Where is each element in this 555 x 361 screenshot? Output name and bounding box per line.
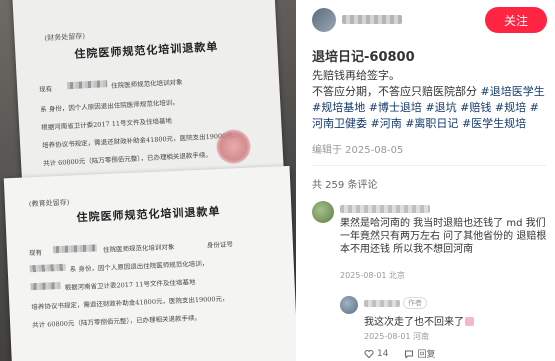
post-date: 编辑于 2025-08-05: [312, 145, 404, 156]
author-badge: 作者: [403, 297, 427, 309]
divider: [312, 165, 546, 166]
doc-bottom-line-c: 共计 60800元（陆万零捌佰元整），已办理相关退款手续。: [32, 313, 202, 330]
doc-bottom-line-d: 现有: [28, 248, 43, 258]
hashtag[interactable]: #退培医学生: [481, 85, 545, 98]
author-avatar[interactable]: [312, 8, 336, 32]
hashtag[interactable]: #河南: [371, 117, 402, 130]
commenter-avatar[interactable]: [312, 201, 334, 223]
commenter-name-blurred[interactable]: [340, 205, 430, 213]
post-body-line-2: 不答应分期，不答应只赔医院部分: [312, 85, 477, 98]
heart-icon: [364, 349, 374, 358]
reply-label: 回复: [417, 350, 436, 360]
author-name-blurred[interactable]: [342, 15, 402, 24]
doc-bottom-line-b: 培养协议书规定，需退还财政补助金41800元，医院支出19000元，: [31, 294, 229, 312]
hashtag[interactable]: #规培基地: [312, 101, 365, 114]
doc-top-tag: (财务处留存): [44, 32, 86, 43]
follow-button[interactable]: 关注: [485, 7, 547, 33]
mosaic: [52, 244, 98, 254]
like-count: 14: [377, 348, 389, 359]
like-button[interactable]: 14: [364, 349, 388, 359]
doc-top-line-e: 住院医师规范化培训对象: [110, 78, 183, 90]
hashtag[interactable]: #博士退培: [369, 101, 422, 114]
doc-bottom-line-g: 系 身份，因个人原因退出住院医师规范化培训，: [69, 259, 209, 274]
comment-text[interactable]: 果然是哈河南的 我当时退赔也还钱了 md 我们一年竟然只有两万左右 问了其他省份…: [340, 217, 548, 256]
post-photo[interactable]: (财务处留存) 住院医师规范化培训退款单 现有 住院医师规范化培训对象 系 身份…: [0, 0, 296, 361]
red-stamp: [215, 128, 252, 165]
doc-top-line-g: 系 身份，因个人原因退出住院医师规范化培训，: [40, 98, 179, 114]
reply-author-avatar[interactable]: [340, 296, 358, 314]
mosaic: [30, 281, 61, 291]
mosaic: [29, 263, 66, 273]
comment-count: 共 259 条评论: [312, 180, 378, 191]
doc-top-line-a: 根据河南省卫计委2017 11号文件及住培基地: [41, 116, 173, 132]
reply-text: 我这次走了也不回来了: [364, 317, 464, 328]
hashtag[interactable]: #退坑: [425, 101, 456, 114]
doc-bottom-tag: (教育处留存): [28, 198, 70, 209]
doc-top-line-c: 共计 60800元（陆万零捌佰元整），已办理相关退款手续。: [42, 150, 213, 168]
post-body: 先赔钱再给签字。 不答应分期，不答应只赔医院部分 #退培医学生 #规培基地 #博…: [312, 68, 546, 132]
hashtag[interactable]: #规培: [495, 101, 526, 114]
reply-meta: 2025-08-01 河南: [364, 332, 430, 341]
emoji-icon: [465, 317, 474, 326]
post-detail-panel: 关注 退培日记-60800 先赔钱再给签字。 不答应分期，不答应只赔医院部分 #…: [296, 0, 555, 361]
hashtag[interactable]: #离职日记: [405, 117, 458, 130]
doc-top-line-b: 培养协议书规定，需退还财政补助金41800元，医院支出19000元，: [41, 131, 240, 150]
author-bar: 关注: [296, 0, 555, 38]
post-body-text: 不答应分期，不答应只赔医院部分 #退培医学生 #规培基地 #博士退培 #退坑 #…: [312, 84, 546, 132]
comment-icon: [405, 350, 414, 359]
reply-actions: 14 回复: [364, 347, 435, 360]
reply-button[interactable]: 回复: [404, 347, 435, 360]
doc-top-line-d: 现有: [39, 85, 53, 94]
post-title: 退培日记-60800: [312, 50, 415, 65]
doc-bottom-line-f: 身份证号: [206, 240, 234, 250]
reply-author-name-blurred[interactable]: [364, 300, 400, 307]
hashtag[interactable]: #医学生规培: [462, 117, 526, 130]
hashtag[interactable]: #赔钱: [460, 101, 491, 114]
comment-meta: 2025-08-01 北京: [340, 271, 406, 280]
post-body-line-1: 先赔钱再给签字。: [312, 69, 400, 82]
reply-text-row[interactable]: 我这次走了也不回来了: [364, 313, 474, 328]
doc-bottom-line-a: 根据河南省卫计委2017 11号文件及住培基地: [64, 278, 196, 292]
doc-bottom-line-e: 住院医师规范化培训对象: [102, 242, 175, 255]
mosaic: [66, 80, 108, 90]
refund-form-front: (教育处留存) 住院医师规范化培训退款单 现有 住院医师规范化培训对象 身份证号…: [3, 165, 296, 361]
